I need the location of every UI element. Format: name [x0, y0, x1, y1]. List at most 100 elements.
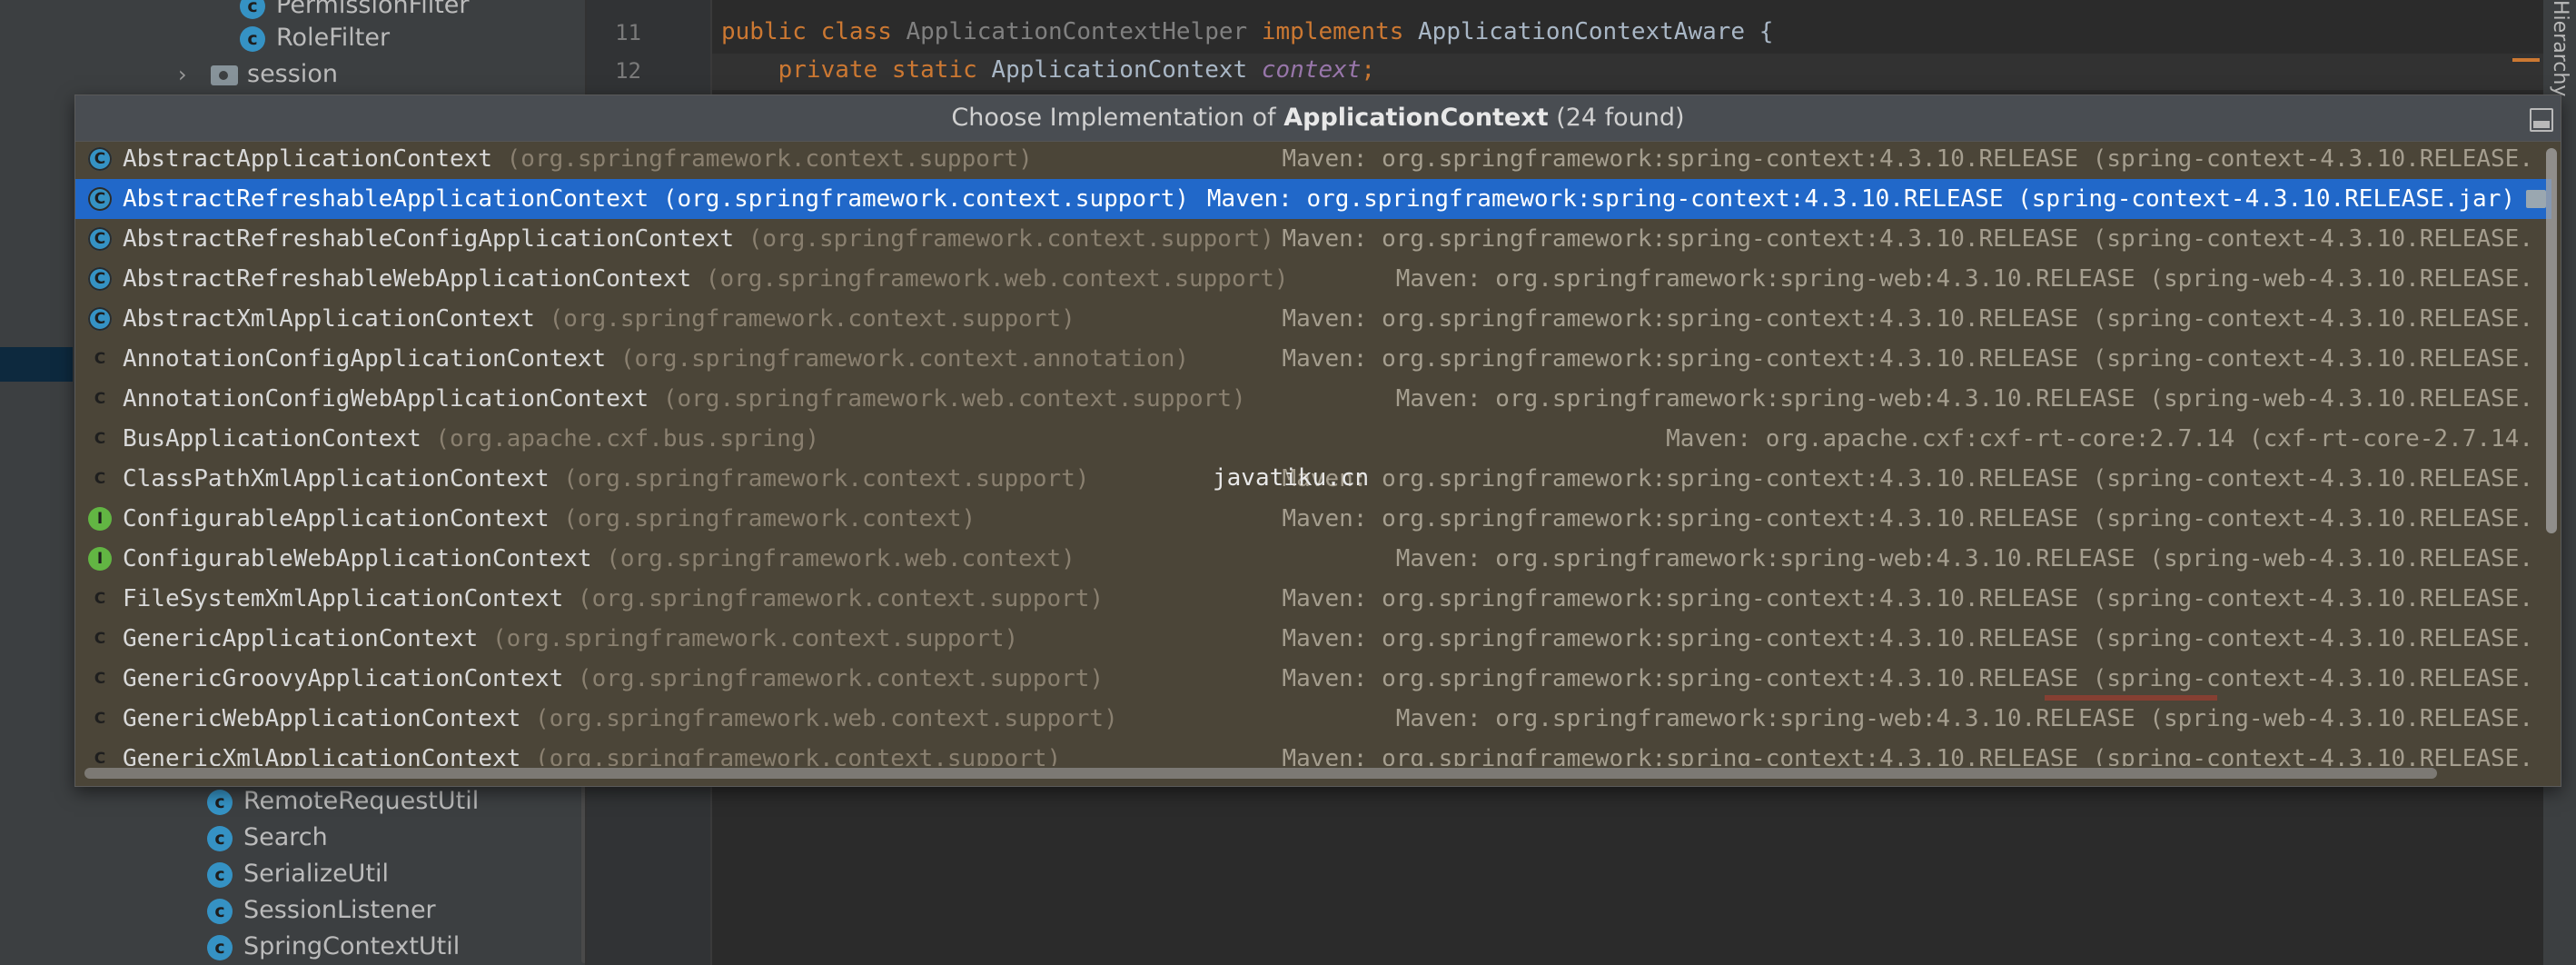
- class-icon: c: [240, 0, 265, 19]
- implementation-row[interactable]: C AnnotationConfigWebApplicationContext (…: [75, 379, 2551, 419]
- implementation-name: FileSystemXmlApplicationContext (org.spr…: [123, 579, 1104, 619]
- implementation-row[interactable]: C GenericXmlApplicationContext (org.sprin…: [75, 739, 2551, 766]
- implementation-row[interactable]: C AnnotationConfigApplicationContext (org…: [75, 339, 2551, 379]
- implementation-row[interactable]: C FileSystemXmlApplicationContext (org.sp…: [75, 579, 2551, 619]
- class-name: AbstractRefreshableApplicationContext: [123, 185, 649, 213]
- class-name: GenericWebApplicationContext: [123, 705, 521, 732]
- list-horizontal-scrollbar[interactable]: [84, 768, 2437, 779]
- code-token: ;: [1361, 56, 1376, 84]
- implementation-row[interactable]: C AbstractRefreshableConfigApplicationCon…: [75, 219, 2551, 259]
- package-name: (org.springframework.context.support): [577, 665, 1105, 692]
- abstract-class-icon: C: [88, 307, 112, 331]
- open-in-window-icon[interactable]: [2530, 108, 2553, 132]
- class-icon: c: [240, 25, 265, 52]
- class-name: FileSystemXmlApplicationContext: [123, 585, 564, 612]
- class-icon: C: [94, 630, 106, 648]
- implementation-name: GenericWebApplicationContext (org.spring…: [123, 699, 1118, 739]
- maven-library: Maven: org.springframework:spring-contex…: [1282, 505, 2534, 532]
- maven-library: Maven: org.springframework:spring-contex…: [1282, 665, 2534, 692]
- class-icon: C: [94, 470, 106, 488]
- maven-library: Maven: org.springframework:spring-contex…: [1282, 305, 2534, 333]
- tree-item[interactable]: c SpringContextUtil: [207, 929, 460, 965]
- implementation-row[interactable]: C GenericApplicationContext (org.springfr…: [75, 619, 2551, 659]
- tree-item[interactable]: c SessionListener: [207, 892, 436, 929]
- class-name: AbstractRefreshableConfigApplicationCont…: [123, 225, 735, 253]
- package-name: (org.springframework.web.context.support…: [705, 265, 1289, 293]
- popup-title-class: ApplicationContext: [1283, 104, 1549, 132]
- tree-item[interactable]: c RoleFilter: [240, 20, 390, 56]
- implementation-row[interactable]: I ConfigurableApplicationContext (org.spr…: [75, 499, 2551, 539]
- maven-library: Maven: org.springframework:spring-contex…: [1206, 185, 2515, 213]
- tree-item-label: RoleFilter: [276, 24, 391, 52]
- code-line[interactable]: private static ApplicationContext contex…: [721, 56, 1375, 84]
- package-name: (org.springframework.context.support): [492, 625, 1019, 652]
- implementation-name: ConfigurableWebApplicationContext (org.s…: [123, 539, 1075, 579]
- implementation-row[interactable]: C AbstractXmlApplicationContext (org.spri…: [75, 299, 2551, 339]
- popup-title-prefix: Choose Implementation of: [951, 104, 1284, 132]
- implementation-row[interactable]: C GenericGroovyApplicationContext (org.sp…: [75, 659, 2551, 699]
- maven-library: Maven: org.springframework:spring-web:4.…: [1395, 385, 2533, 413]
- implementation-name: AnnotationConfigApplicationContext (org.…: [123, 339, 1189, 379]
- implementation-row[interactable]: C AbstractRefreshableWebApplicationContex…: [75, 259, 2551, 299]
- popup-title-count: (24 found): [1548, 104, 1685, 132]
- implementation-row[interactable]: C BusApplicationContext (org.apache.cxf.b…: [75, 419, 2551, 459]
- tree-item[interactable]: c RemoteRequestUtil: [207, 783, 479, 820]
- implementation-name: AnnotationConfigWebApplicationContext (o…: [123, 379, 1246, 419]
- implementation-name: AbstractRefreshableApplicationContext (o…: [123, 179, 1189, 219]
- implementation-list[interactable]: C AbstractApplicationContext (org.springf…: [75, 141, 2551, 766]
- class-icon: c: [207, 861, 233, 888]
- code-token: private: [721, 56, 892, 84]
- package-name: (org.springframework.context.support): [577, 585, 1105, 612]
- code-token: ApplicationContextAware: [1418, 18, 1759, 45]
- code-token: ApplicationContext: [991, 56, 1262, 84]
- tree-item[interactable]: c SerializeUtil: [207, 856, 389, 892]
- implementation-name: AbstractRefreshableConfigApplicationCont…: [123, 219, 1274, 259]
- error-stripe-marker[interactable]: [2512, 58, 2540, 62]
- class-name: AbstractXmlApplicationContext: [123, 305, 535, 333]
- code-line[interactable]: public class ApplicationContextHelper im…: [721, 18, 1773, 45]
- tab-hierarchy[interactable]: Hierarchy: [2543, 0, 2576, 96]
- implementation-row[interactable]: C AbstractRefreshableApplicationContext (…: [75, 179, 2551, 219]
- class-name: AnnotationConfigApplicationContext: [123, 345, 607, 373]
- package-name: (org.springframework.web.context): [606, 545, 1075, 572]
- package-folder-icon: [211, 65, 238, 85]
- implementation-name: ConfigurableApplicationContext (org.spri…: [123, 499, 976, 539]
- code-token: context: [1261, 56, 1362, 84]
- library-jar-icon: [2526, 190, 2546, 208]
- implementation-row[interactable]: C AbstractApplicationContext (org.springf…: [75, 141, 2551, 179]
- package-name: (org.springframework.web.context.support…: [662, 385, 1246, 413]
- line-number: 11: [615, 20, 641, 45]
- tree-item-label: SerializeUtil: [243, 860, 390, 888]
- class-icon: C: [94, 430, 106, 448]
- list-vertical-scrollbar[interactable]: [2546, 148, 2557, 533]
- tree-item[interactable]: › session: [178, 56, 338, 93]
- implementation-name: GenericGroovyApplicationContext (org.spr…: [123, 659, 1104, 699]
- maven-library: Maven: org.springframework:spring-contex…: [1282, 465, 2534, 492]
- choose-implementation-popup: Choose Implementation of ApplicationCont…: [74, 95, 2561, 787]
- class-name: ConfigurableWebApplicationContext: [123, 545, 592, 572]
- class-icon: c: [207, 898, 233, 924]
- package-name: (org.springframework.context.annotation): [619, 345, 1190, 373]
- implementation-row[interactable]: C GenericWebApplicationContext (org.sprin…: [75, 699, 2551, 739]
- implementation-row[interactable]: I ConfigurableWebApplicationContext (org.…: [75, 539, 2551, 579]
- class-icon: c: [207, 825, 233, 851]
- class-name: GenericApplicationContext: [123, 625, 479, 652]
- tree-selection-highlight: [0, 347, 73, 382]
- tree-item-label: PermissionFilter: [276, 0, 470, 19]
- maven-library: Maven: org.apache.cxf:cxf-rt-core:2.7.14…: [1666, 425, 2533, 453]
- package-name: (org.springframework.context.support): [534, 745, 1062, 766]
- maven-library: Maven: org.springframework:spring-web:4.…: [1395, 265, 2533, 293]
- tree-item[interactable]: c Search: [207, 820, 328, 856]
- package-name: (org.springframework.context.support): [748, 225, 1274, 253]
- implementation-name: GenericApplicationContext (org.springfra…: [123, 619, 1018, 659]
- class-icon: C: [94, 710, 106, 728]
- maven-library: Maven: org.springframework:spring-contex…: [1282, 745, 2534, 766]
- class-icon: c: [207, 934, 233, 960]
- class-name: AnnotationConfigWebApplicationContext: [123, 385, 649, 413]
- chevron-right-icon[interactable]: ›: [178, 56, 200, 93]
- popup-title: Choose Implementation of ApplicationCont…: [75, 95, 2561, 141]
- implementation-name: ClassPathXmlApplicationContext (org.spri…: [123, 459, 1089, 499]
- implementation-name: BusApplicationContext (org.apache.cxf.bu…: [123, 419, 819, 459]
- maven-library: Maven: org.springframework:spring-contex…: [1282, 145, 2534, 173]
- class-name: AbstractRefreshableWebApplicationContext: [123, 265, 692, 293]
